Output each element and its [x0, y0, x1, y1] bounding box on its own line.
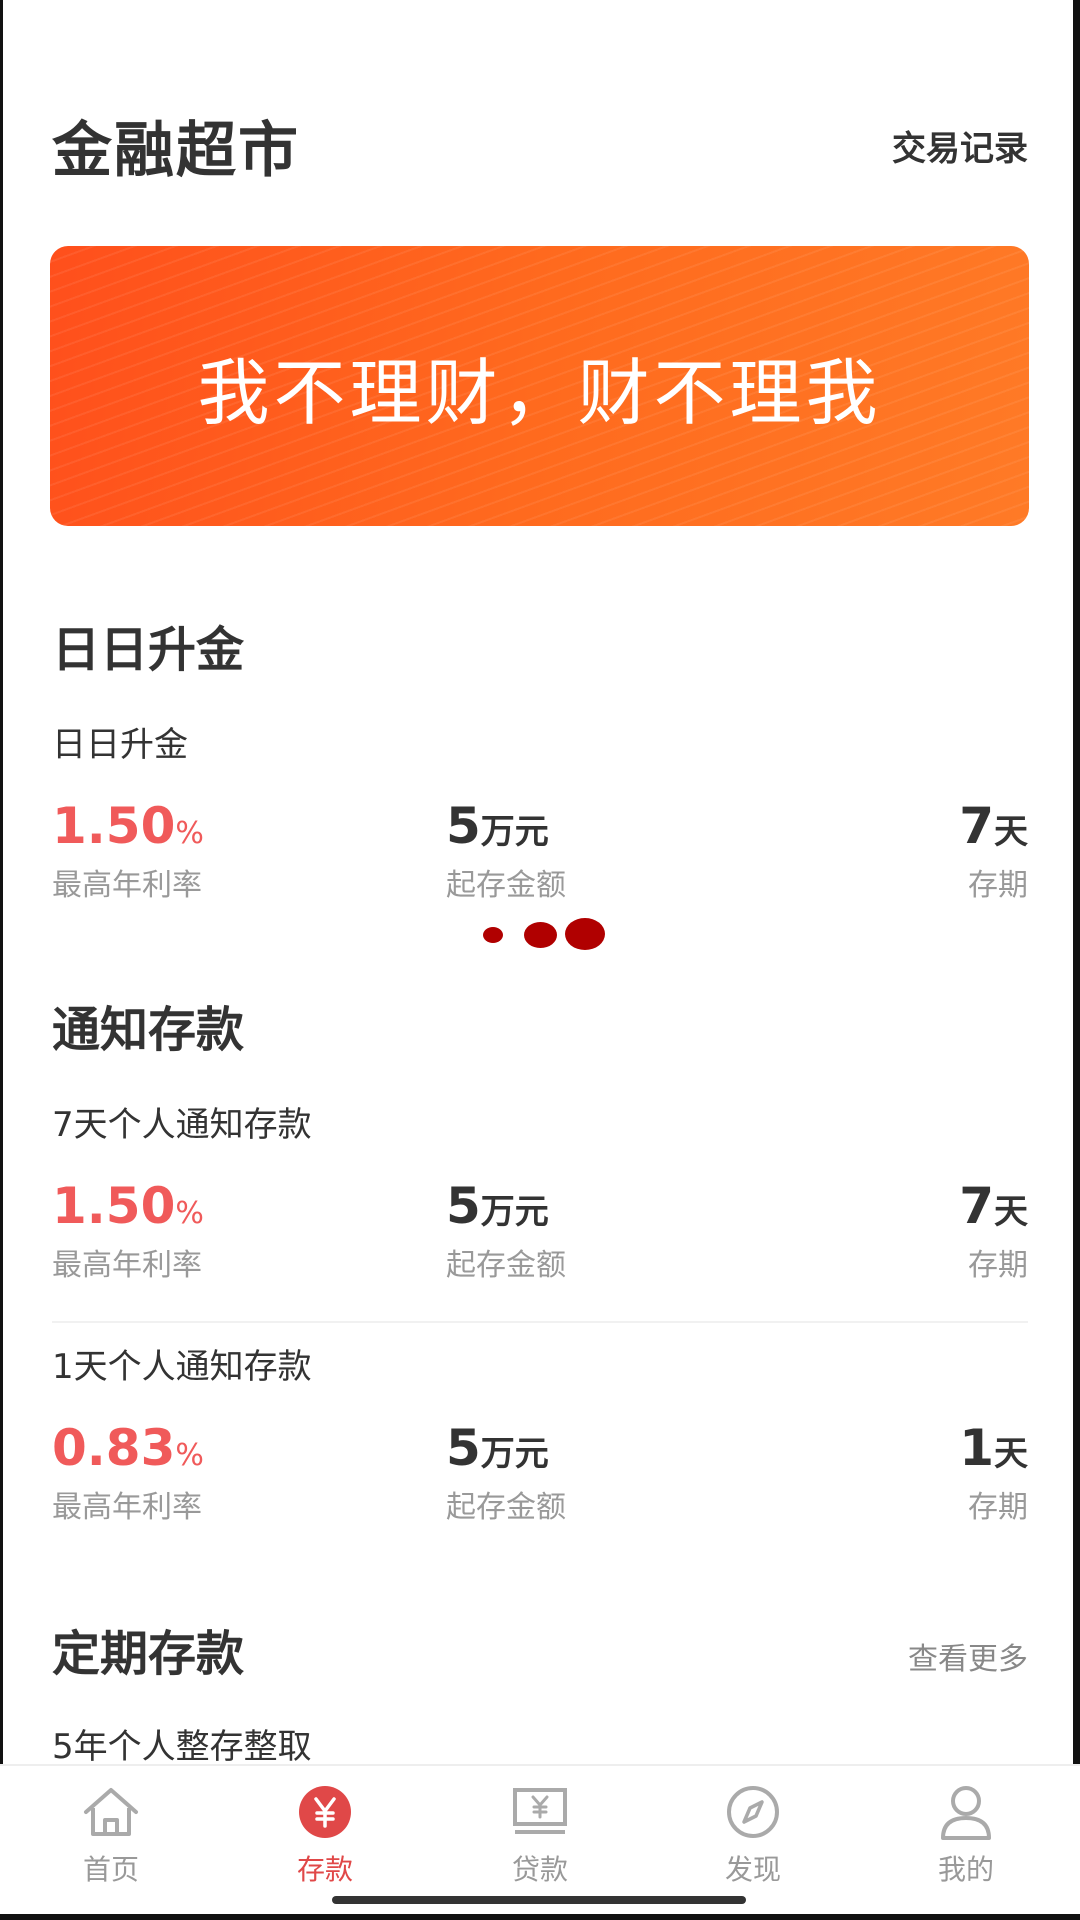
term-value: 7 — [959, 1177, 994, 1235]
rate-value: 1.50 — [52, 797, 176, 855]
term-unit: 天 — [994, 812, 1028, 852]
rate-unit: % — [175, 1438, 204, 1473]
section-title-daily: 日日升金 — [52, 622, 245, 678]
tab-deposit[interactable]: 存款 — [245, 1784, 405, 1888]
rate-unit: % — [175, 1196, 204, 1231]
amount-label: 起存金额 — [446, 1490, 566, 1525]
amount-value: 5 — [446, 1177, 481, 1235]
frame-edge-bottom — [0, 1914, 1080, 1920]
yuan-icon — [299, 1786, 351, 1838]
rate-stat: 1.50% 最高年利率 — [52, 798, 204, 904]
term-stat: 7天 存期 — [959, 1178, 1028, 1284]
rate-stat: 0.83% 最高年利率 — [52, 1420, 204, 1526]
amount-stat: 5万元 起存金额 — [446, 1420, 566, 1526]
term-stat: 7天 存期 — [959, 798, 1028, 904]
amount-unit: 万元 — [480, 1192, 549, 1232]
term-label: 存期 — [968, 1490, 1028, 1525]
promo-banner[interactable]: 我不理财，财不理我 — [50, 246, 1029, 526]
section-title-fixed: 定期存款 — [52, 1626, 245, 1682]
product-name: 1天个人通知存款 — [52, 1347, 312, 1387]
frame-edge-left — [0, 0, 3, 1920]
rate-value: 1.50 — [52, 1177, 176, 1235]
term-label: 存期 — [968, 868, 1028, 903]
amount-stat: 5万元 起存金额 — [446, 798, 566, 904]
amount-value: 5 — [446, 1419, 481, 1477]
tab-home[interactable]: 首页 — [31, 1784, 191, 1888]
term-stat: 1天 存期 — [959, 1420, 1028, 1526]
tab-label: 我的 — [937, 1853, 994, 1886]
banner-slogan: 我不理财，财不理我 — [197, 350, 882, 435]
user-icon — [941, 1786, 991, 1840]
rate-value: 0.83 — [52, 1419, 176, 1477]
rate-unit: % — [175, 816, 204, 851]
loan-icon — [513, 1788, 567, 1834]
loading-dot — [524, 922, 557, 948]
frame-edge-right — [1073, 0, 1080, 1920]
product-card-notice-1day[interactable]: 1天个人通知存款 0.83% 最高年利率 5万元 起存金额 1天 存期 — [52, 1342, 1028, 1525]
home-indicator[interactable] — [332, 1896, 746, 1904]
tab-label: 首页 — [82, 1853, 139, 1886]
product-stats: 1.50% 最高年利率 5万元 起存金额 7天 存期 — [52, 798, 1028, 903]
product-stats: 1.50% 最高年利率 5万元 起存金额 7天 存期 — [52, 1178, 1028, 1283]
tab-label: 发现 — [724, 1853, 781, 1886]
transaction-records-link[interactable]: 交易记录 — [892, 121, 1028, 170]
page-title: 金融超市 — [52, 115, 300, 186]
view-more-link[interactable]: 查看更多 — [908, 1634, 1028, 1678]
home-icon — [84, 1788, 138, 1836]
compass-icon — [727, 1786, 779, 1838]
term-value: 1 — [959, 1419, 994, 1477]
product-name: 7天个人通知存款 — [52, 1105, 312, 1145]
page-header: 金融超市 交易记录 — [52, 100, 1028, 190]
rate-stat: 1.50% 最高年利率 — [52, 1178, 204, 1284]
divider — [52, 1321, 1028, 1323]
product-card-notice-7day[interactable]: 7天个人通知存款 1.50% 最高年利率 5万元 起存金额 7天 存期 — [52, 1100, 1028, 1283]
amount-stat: 5万元 起存金额 — [446, 1178, 566, 1284]
loading-dot — [565, 918, 605, 950]
term-value: 7 — [959, 797, 994, 855]
product-card-daily[interactable]: 日日升金 1.50% 最高年利率 5万元 起存金额 7天 存期 — [52, 720, 1028, 903]
term-unit: 天 — [994, 1192, 1028, 1232]
bottom-tab-bar: 首页 存款 贷款 发现 我的 — [0, 1764, 1080, 1914]
amount-label: 起存金额 — [446, 868, 566, 903]
tab-loan[interactable]: 贷款 — [460, 1784, 620, 1888]
tab-label: 存款 — [296, 1853, 353, 1886]
tab-profile[interactable]: 我的 — [886, 1784, 1046, 1888]
amount-value: 5 — [446, 797, 481, 855]
term-label: 存期 — [968, 1248, 1028, 1283]
rate-label: 最高年利率 — [52, 1248, 202, 1283]
app-screen: 金融超市 交易记录 我不理财，财不理我 日日升金 日日升金 1.50% 最高年利… — [0, 0, 1080, 1920]
loading-dot — [483, 927, 503, 943]
rate-label: 最高年利率 — [52, 1490, 202, 1525]
term-unit: 天 — [994, 1434, 1028, 1474]
amount-unit: 万元 — [480, 1434, 549, 1474]
tab-label: 贷款 — [511, 1853, 568, 1886]
tab-discover[interactable]: 发现 — [673, 1784, 833, 1888]
product-stats: 0.83% 最高年利率 5万元 起存金额 1天 存期 — [52, 1420, 1028, 1525]
product-name: 日日升金 — [52, 725, 188, 765]
rate-label: 最高年利率 — [52, 868, 202, 903]
section-title-notice: 通知存款 — [52, 1002, 245, 1058]
amount-unit: 万元 — [480, 812, 549, 852]
amount-label: 起存金额 — [446, 1248, 566, 1283]
